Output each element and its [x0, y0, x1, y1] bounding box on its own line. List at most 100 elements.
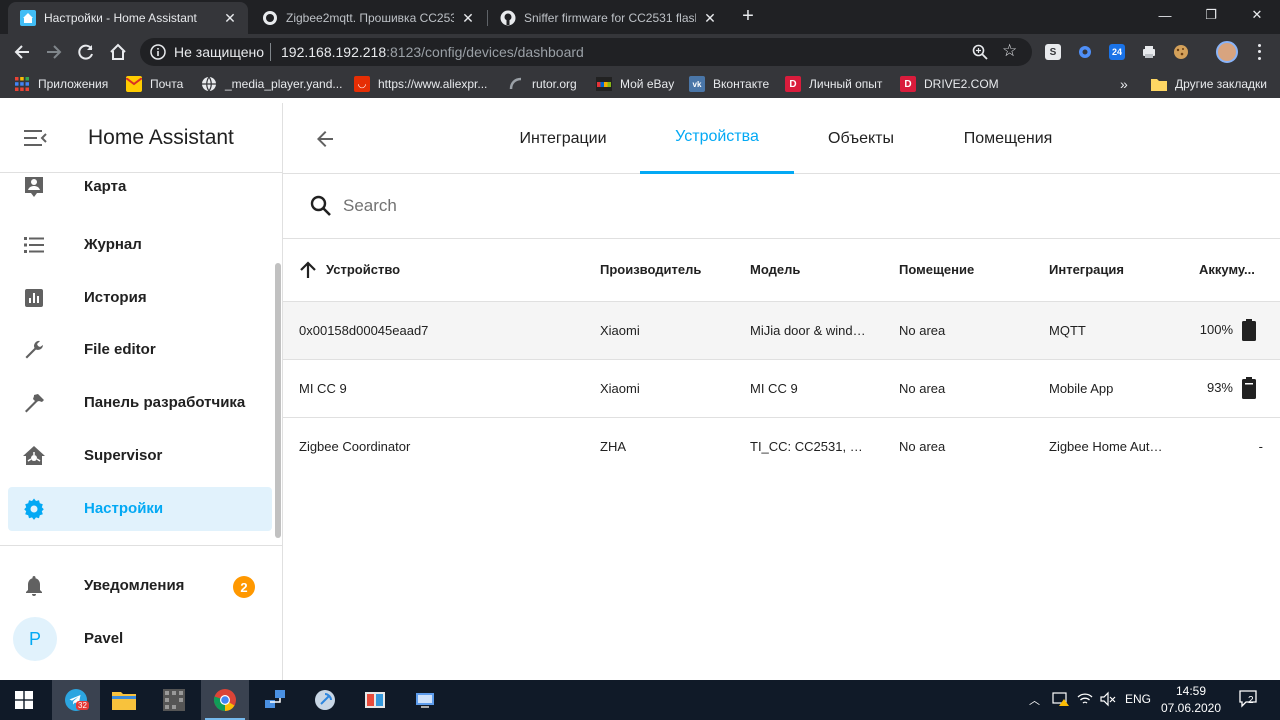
column-header-model[interactable]: Модель — [750, 262, 800, 277]
address-bar[interactable]: Не защищено 192.168.192.218:8123/config/… — [140, 38, 1032, 66]
site-favicon-icon — [262, 10, 278, 26]
table-row[interactable]: Zigbee Coordinator ZHA TI_CC: CC2531, Z-… — [283, 418, 1280, 476]
folder-icon — [1151, 76, 1167, 92]
remote-desktop-taskbar-icon[interactable] — [401, 680, 449, 720]
forward-arrow-icon[interactable] — [42, 40, 66, 64]
bookmark-media-player[interactable]: _media_player.yand... — [201, 75, 342, 93]
action-center-icon[interactable]: 2 — [1238, 689, 1260, 712]
back-arrow-icon[interactable] — [10, 40, 34, 64]
extension-s-icon[interactable]: S — [1045, 44, 1061, 60]
tab-entities[interactable]: Объекты — [811, 103, 911, 174]
new-tab-button[interactable]: + — [736, 5, 760, 29]
column-header-battery[interactable]: Аккуму... — [1199, 262, 1257, 277]
supervisor-home-icon — [22, 444, 46, 468]
profile-avatar[interactable] — [1216, 41, 1238, 63]
wifi-icon[interactable] — [1077, 691, 1093, 710]
back-arrow-icon[interactable] — [313, 127, 337, 151]
column-header-device[interactable]: Устройство — [326, 262, 400, 277]
other-bookmarks-folder[interactable]: Другие закладки — [1151, 75, 1267, 93]
system-clock[interactable]: 14:59 07.06.2020 — [1158, 683, 1224, 717]
media-app-taskbar-icon[interactable] — [351, 680, 399, 720]
minimize-window-icon[interactable]: — — [1142, 0, 1188, 30]
bluetooth-tool-taskbar-icon[interactable] — [301, 680, 349, 720]
battery-icon — [1242, 319, 1256, 341]
browser-tab-home-assistant[interactable]: Настройки - Home Assistant ✕ — [8, 2, 248, 34]
show-hidden-icons-icon[interactable]: ︿ — [1029, 692, 1040, 708]
reload-icon[interactable] — [74, 40, 98, 64]
telegram-taskbar-icon[interactable]: 32 — [52, 680, 100, 720]
browser-tab-zigbee2mqtt[interactable]: Zigbee2mqtt. Прошивка CC2531 ✕ — [250, 2, 486, 34]
chrome-taskbar-icon[interactable] — [201, 680, 249, 720]
bookmark-vk[interactable]: vk Вконтакте — [689, 75, 769, 93]
table-row[interactable]: MI CC 9 Xiaomi MI CC 9 No area Mobile Ap… — [283, 360, 1280, 418]
cog-icon — [22, 497, 46, 521]
windows-start-icon[interactable] — [0, 680, 48, 720]
app-taskbar-icon[interactable] — [150, 680, 198, 720]
network-tool-taskbar-icon[interactable] — [251, 680, 299, 720]
bookmark-apps[interactable]: Приложения — [14, 75, 108, 93]
language-indicator[interactable]: ENG — [1125, 692, 1151, 706]
bookmark-ebay[interactable]: Мой eBay — [596, 75, 674, 93]
volume-muted-icon[interactable] — [1100, 691, 1116, 710]
bookmark-star-icon[interactable]: ☆ — [1002, 42, 1017, 60]
tab-integrations[interactable]: Интеграции — [503, 103, 623, 174]
battery-icon — [1242, 377, 1256, 399]
cell-integration: MQTT — [1049, 323, 1086, 338]
bookmark-personal-experience[interactable]: D Личный опыт — [785, 75, 882, 93]
close-tab-icon[interactable]: ✕ — [702, 10, 718, 27]
sidebar-scrollbar[interactable] — [275, 263, 281, 538]
sidebar-item-supervisor[interactable]: Supervisor — [8, 434, 272, 478]
bookmark-mail[interactable]: Почта — [126, 75, 183, 93]
browser-tab-strip: Настройки - Home Assistant ✕ Zigbee2mqtt… — [0, 0, 1280, 34]
extension-printer-icon[interactable] — [1141, 44, 1157, 60]
table-row[interactable]: 0x00158d00045eaad7 Xiaomi MiJia door & w… — [283, 302, 1280, 360]
extension-settings-icon[interactable] — [1077, 44, 1093, 60]
menu-collapse-icon[interactable] — [22, 127, 48, 149]
tab-areas[interactable]: Помещения — [948, 103, 1068, 174]
tab-devices[interactable]: Устройства — [640, 103, 794, 174]
sidebar-item-logbook[interactable]: Журнал — [8, 223, 272, 267]
user-avatar[interactable]: P — [13, 617, 57, 661]
onedrive-warning-icon[interactable] — [1052, 691, 1070, 710]
column-header-area[interactable]: Помещение — [899, 262, 974, 277]
close-tab-icon[interactable]: ✕ — [460, 10, 476, 27]
bookmark-aliexpress[interactable]: ◡ https://www.aliexpr... — [354, 75, 487, 93]
cell-manufacturer: ZHA — [600, 439, 626, 454]
bookmarks-overflow-button[interactable]: » — [1120, 75, 1128, 93]
cell-battery: 93% — [1206, 380, 1233, 395]
browser-menu-icon[interactable] — [1254, 42, 1264, 62]
sidebar: Home Assistant Карта Журнал История File… — [0, 103, 283, 680]
zoom-icon[interactable] — [972, 44, 988, 60]
column-header-integration[interactable]: Интеграция — [1049, 262, 1124, 277]
bookmark-rutor[interactable]: rutor.org — [508, 75, 577, 93]
info-icon[interactable] — [150, 44, 166, 60]
file-explorer-taskbar-icon[interactable] — [100, 680, 148, 720]
sidebar-item-user[interactable]: Pavel — [60, 617, 260, 661]
sidebar-item-map[interactable]: Карта — [8, 173, 272, 209]
bookmarks-bar: Приложения Почта _media_player.yand... ◡… — [0, 70, 1280, 98]
search-input[interactable] — [343, 192, 943, 220]
sidebar-item-developer-tools[interactable]: Панель разработчика — [8, 381, 272, 425]
close-window-icon[interactable]: ✕ — [1234, 0, 1280, 30]
restore-window-icon[interactable]: ❐ — [1188, 0, 1234, 30]
extension-24-icon[interactable]: 24 — [1109, 44, 1125, 60]
close-tab-icon[interactable]: ✕ — [222, 10, 238, 27]
extension-cookie-icon[interactable] — [1173, 44, 1189, 60]
ebay-icon — [596, 76, 612, 92]
column-header-manufacturer[interactable]: Производитель — [600, 262, 701, 277]
sidebar-item-file-editor[interactable]: File editor — [8, 328, 272, 372]
cell-model: MiJia door & window contact sensor — [750, 323, 868, 338]
sort-ascending-arrow-icon[interactable] — [297, 259, 319, 281]
security-status: Не защищено — [174, 44, 264, 60]
config-tabs-header: Интеграции Устройства Объекты Помещения — [283, 103, 1280, 174]
notification-count-badge: 2 — [233, 576, 255, 598]
devices-panel: Интеграции Устройства Объекты Помещения … — [283, 103, 1280, 680]
history-chart-icon — [22, 286, 46, 310]
browser-tab-sniffer[interactable]: Sniffer firmware for CC2531 flash ✕ — [488, 2, 728, 34]
sidebar-item-history[interactable]: История — [8, 276, 272, 320]
bookmark-drive2[interactable]: D DRIVE2.COM — [900, 75, 999, 93]
sidebar-item-settings[interactable]: Настройки — [8, 487, 272, 531]
cell-device: 0x00158d00045eaad7 — [299, 323, 429, 338]
home-icon[interactable] — [106, 40, 130, 64]
search-bar — [283, 174, 1280, 239]
